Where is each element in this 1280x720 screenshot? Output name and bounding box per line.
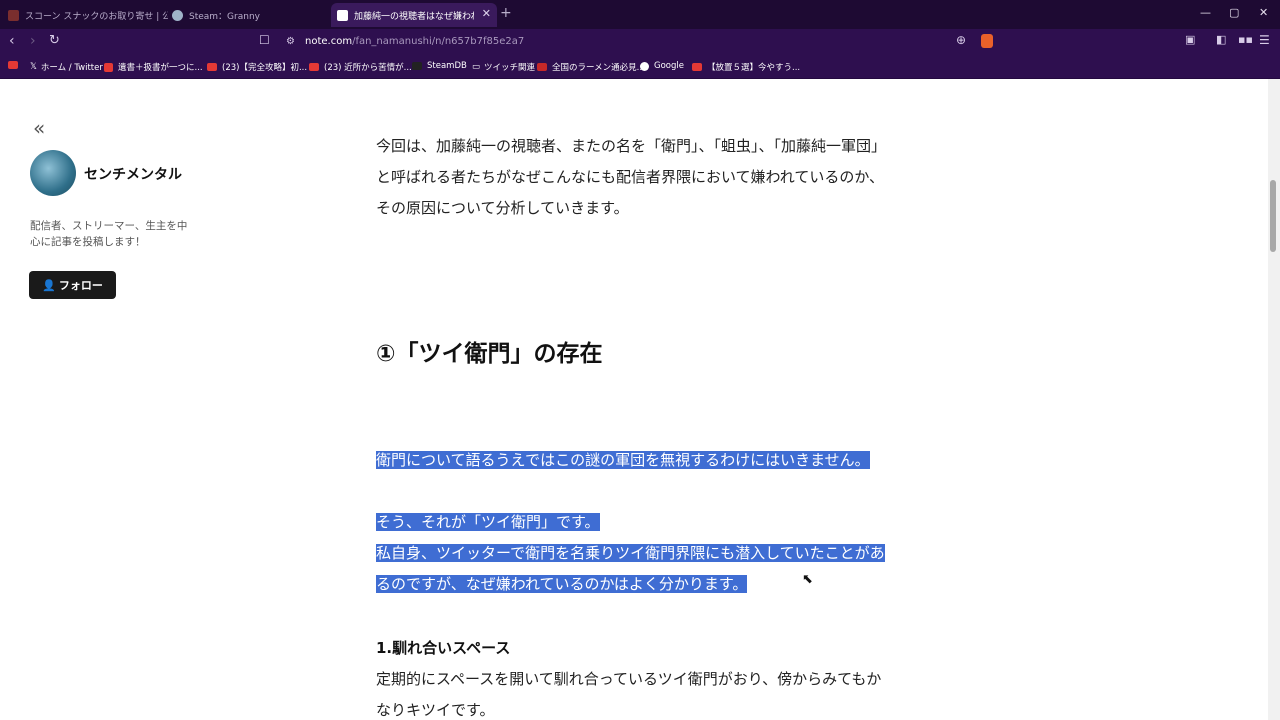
minimize-button[interactable]: —: [1200, 6, 1211, 19]
wallet-icon[interactable]: ▣: [1185, 33, 1195, 46]
bookmark-twitter[interactable]: 𝕏 ホーム / Twitter: [30, 61, 103, 73]
tab-bar: スコーン スナックのお取り寄せ | 公式通販 Steam：Granny 加藤純一…: [0, 0, 1280, 29]
extensions-icon[interactable]: ▪▪: [1238, 33, 1253, 46]
youtube-icon: [207, 63, 217, 71]
sidebar-toggle-icon[interactable]: ◧: [1216, 33, 1226, 46]
paragraph-4: 定期的にスペースを開いて馴れ合っているツイ衛門がおり、傍からみてもかなりキツイで…: [376, 670, 882, 719]
bookmark-item[interactable]: (23)【完全攻略】初...: [207, 61, 307, 73]
author-bio: 配信者、ストリーマー、生主を中心に記事を投稿します！: [30, 220, 188, 248]
scrollbar[interactable]: [1268, 79, 1280, 720]
youtube-icon: [692, 63, 702, 71]
forward-button[interactable]: ›: [30, 33, 36, 49]
avatar[interactable]: [30, 150, 76, 196]
follow-button[interactable]: 👤 フォロー: [29, 271, 116, 299]
bookmark-youtube[interactable]: [8, 61, 23, 69]
bookmark-google[interactable]: Google: [640, 61, 684, 71]
bookmark-item[interactable]: 【放置５選】今やすう...: [692, 61, 800, 73]
section-heading: ①「ツイ衛門」の存在: [376, 341, 603, 367]
bookmark-favicon-icon: [104, 62, 113, 72]
collapse-sidebar-button[interactable]: «: [33, 116, 45, 140]
bookmark-item[interactable]: 遺書＋扱書が一つに...: [104, 61, 203, 73]
tab-label: 加藤純一の視聴者はなぜ嫌われて: [354, 11, 474, 22]
new-tab-button[interactable]: +: [500, 5, 512, 21]
close-tab-icon[interactable]: ✕: [482, 7, 491, 20]
bookmark-folder[interactable]: ▭ ツイッチ関連: [472, 61, 535, 73]
steam-icon: [172, 9, 183, 21]
site-info-icon[interactable]: ⚙: [286, 36, 295, 47]
url-text: note.com/fan_namanushi/n/n657b7f85e2a7: [305, 36, 525, 47]
selected-paragraph-1: 衛門について語るうえではこの謎の軍団を無視するわけにはいきません。: [376, 451, 870, 469]
intro-paragraph: 今回は、加藤純一の視聴者、またの名を「衛門」、「蛆虫」、「加藤純一軍団」と呼ばれ…: [376, 137, 887, 217]
selected-paragraph-3: 私自身、ツイッターで衛門を名乗りツイ衛門界隈にも潜入していたことがあるのですが、…: [376, 544, 885, 593]
add-user-icon: 👤: [42, 278, 56, 292]
bookmark-icon[interactable]: ☐: [259, 33, 270, 47]
address-bar[interactable]: ⚙ note.com/fan_namanushi/n/n657b7f85e2a7: [280, 32, 1000, 53]
navigation-bar: ‹ › ↻ ☐ ⚙ note.com/fan_namanushi/n/n657b…: [0, 29, 1280, 56]
bookmarks-bar: 𝕏 ホーム / Twitter 遺書＋扱書が一つに... (23)【完全攻略】初.…: [0, 56, 1280, 79]
youtube-icon: [309, 63, 319, 71]
bookmark-steamdb[interactable]: SteamDB: [412, 61, 467, 71]
reload-button[interactable]: ↻: [49, 33, 60, 48]
zoom-icon[interactable]: ⊕: [956, 33, 966, 47]
page-content: « センチメンタル 配信者、ストリーマー、生主を中心に記事を投稿します！ 👤 フ…: [0, 79, 1268, 720]
selected-paragraph-2: そう、それが「ツイ衛門」です。: [376, 513, 600, 531]
bookmark-item[interactable]: (23) 近所から苦情が...: [309, 61, 412, 73]
google-icon: [640, 61, 649, 71]
author-name[interactable]: センチメンタル: [84, 164, 182, 184]
brave-shields-icon[interactable]: [981, 34, 993, 48]
x-icon: 𝕏: [30, 62, 37, 72]
maximize-button[interactable]: ▢: [1229, 6, 1239, 19]
close-window-button[interactable]: ✕: [1259, 6, 1268, 19]
scrollbar-thumb[interactable]: [1270, 180, 1276, 252]
bookmark-item[interactable]: 全国のラーメン通必見...: [537, 61, 645, 73]
tab-label: Steam：Granny: [189, 11, 260, 22]
steamdb-icon: [412, 62, 422, 70]
back-button[interactable]: ‹: [9, 33, 15, 49]
tab-label: スコーン スナックのお取り寄せ | 公式通販: [25, 11, 168, 22]
scone-favicon-icon: [8, 9, 19, 21]
folder-icon: ▭: [472, 62, 481, 72]
follow-label: フォロー: [58, 279, 103, 292]
tab-scone[interactable]: スコーン スナックのお取り寄せ | 公式通販: [8, 3, 168, 27]
subsection-heading: 1.馴れ合いスペース: [376, 639, 511, 657]
ramen-favicon-icon: [537, 63, 547, 71]
tab-steam[interactable]: Steam：Granny: [172, 3, 327, 27]
tab-note-active[interactable]: 加藤純一の視聴者はなぜ嫌われて ✕: [331, 3, 497, 27]
youtube-icon: [8, 61, 18, 69]
menu-icon[interactable]: ☰: [1259, 33, 1270, 47]
note-favicon-icon: [337, 9, 348, 21]
mouse-cursor-icon: ⬉: [802, 572, 813, 587]
